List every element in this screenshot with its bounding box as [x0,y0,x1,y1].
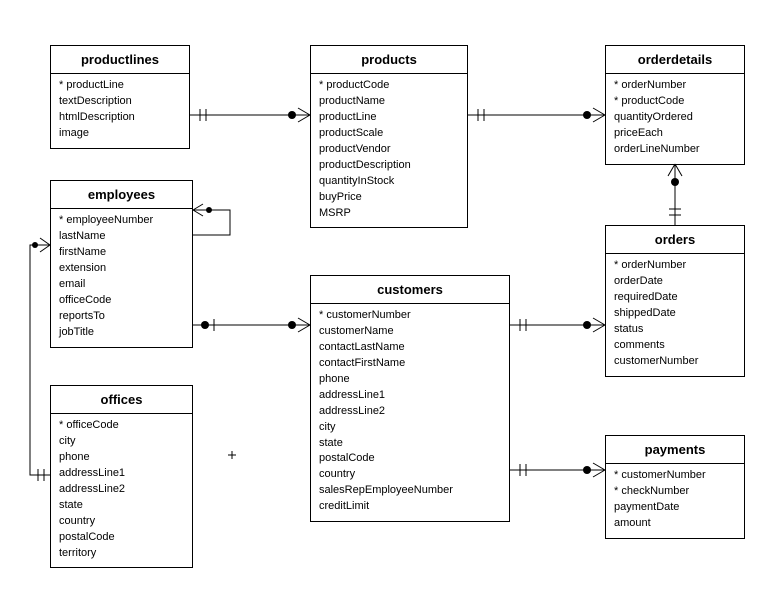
entity-customers: customers customerNumbercustomerNamecont… [310,275,510,522]
entity-body: orderNumberproductCodequantityOrderedpri… [606,74,744,164]
attribute-row: lastName [59,229,184,245]
attribute-row: addressLine2 [59,482,184,498]
attribute-row: textDescription [59,94,181,110]
attribute-row: buyPrice [319,190,459,206]
attribute-row: city [59,434,184,450]
attribute-row: priceEach [614,126,736,142]
entity-title: products [311,46,467,74]
attribute-row: reportsTo [59,309,184,325]
attribute-row: orderNumber [614,78,736,94]
entity-body: customerNumbercheckNumberpaymentDateamou… [606,464,744,538]
attribute-row: productVendor [319,142,459,158]
attribute-row: email [59,277,184,293]
entity-body: orderNumberorderDaterequiredDateshippedD… [606,254,744,376]
attribute-row: country [319,467,501,483]
attribute-row: productCode [319,78,459,94]
attribute-row: customerNumber [319,308,501,324]
entity-products: products productCodeproductNameproductLi… [310,45,468,228]
entity-body: employeeNumberlastNamefirstNameextension… [51,209,192,347]
entity-title: customers [311,276,509,304]
attribute-row: quantityInStock [319,174,459,190]
attribute-row: employeeNumber [59,213,184,229]
attribute-row: addressLine1 [319,388,501,404]
entity-body: officeCodecityphoneaddressLine1addressLi… [51,414,192,567]
attribute-row: checkNumber [614,484,736,500]
attribute-row: jobTitle [59,325,184,341]
attribute-row: paymentDate [614,500,736,516]
entity-body: productLinetextDescriptionhtmlDescriptio… [51,74,189,148]
attribute-row: MSRP [319,206,459,222]
attribute-row: phone [59,450,184,466]
attribute-row: firstName [59,245,184,261]
attribute-row: productDescription [319,158,459,174]
attribute-row: orderDate [614,274,736,290]
entity-title: productlines [51,46,189,74]
attribute-row: productCode [614,94,736,110]
entity-payments: payments customerNumbercheckNumberpaymen… [605,435,745,539]
attribute-row: postalCode [319,451,501,467]
attribute-row: orderNumber [614,258,736,274]
attribute-row: officeCode [59,418,184,434]
attribute-row: shippedDate [614,306,736,322]
entity-title: payments [606,436,744,464]
attribute-row: image [59,126,181,142]
attribute-row: country [59,514,184,530]
attribute-row: postalCode [59,530,184,546]
attribute-row: creditLimit [319,499,501,515]
attribute-row: customerName [319,324,501,340]
entity-productlines: productlines productLinetextDescriptionh… [50,45,190,149]
entity-title: orderdetails [606,46,744,74]
entity-title: orders [606,226,744,254]
attribute-row: salesRepEmployeeNumber [319,483,501,499]
attribute-row: productLine [319,110,459,126]
attribute-row: comments [614,338,736,354]
attribute-row: customerNumber [614,354,736,370]
entity-employees: employees employeeNumberlastNamefirstNam… [50,180,193,348]
attribute-row: extension [59,261,184,277]
attribute-row: productLine [59,78,181,94]
attribute-row: territory [59,546,184,562]
attribute-row: requiredDate [614,290,736,306]
attribute-row: addressLine2 [319,404,501,420]
attribute-row: state [59,498,184,514]
attribute-row: contactLastName [319,340,501,356]
attribute-row: officeCode [59,293,184,309]
attribute-row: state [319,436,501,452]
attribute-row: orderLineNumber [614,142,736,158]
attribute-row: productScale [319,126,459,142]
entity-orders: orders orderNumberorderDaterequiredDates… [605,225,745,377]
attribute-row: contactFirstName [319,356,501,372]
attribute-row: customerNumber [614,468,736,484]
entity-title: employees [51,181,192,209]
attribute-row: city [319,420,501,436]
attribute-row: htmlDescription [59,110,181,126]
attribute-row: amount [614,516,736,532]
attribute-row: quantityOrdered [614,110,736,126]
attribute-row: productName [319,94,459,110]
attribute-row: addressLine1 [59,466,184,482]
entity-body: customerNumbercustomerNamecontactLastNam… [311,304,509,521]
attribute-row: phone [319,372,501,388]
entity-offices: offices officeCodecityphoneaddressLine1a… [50,385,193,568]
entity-orderdetails: orderdetails orderNumberproductCodequant… [605,45,745,165]
entity-body: productCodeproductNameproductLineproduct… [311,74,467,227]
attribute-row: status [614,322,736,338]
entity-title: offices [51,386,192,414]
